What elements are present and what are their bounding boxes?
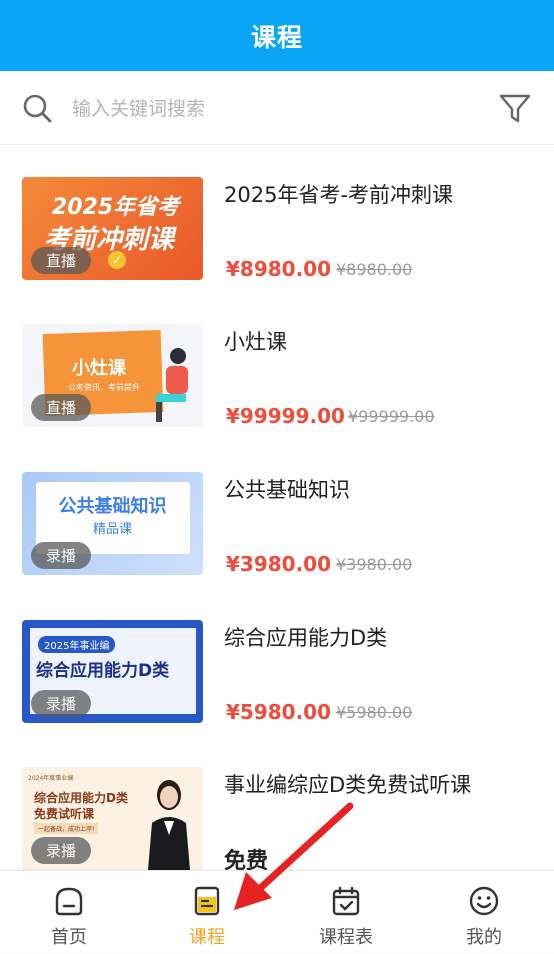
recorded-badge: 录播 — [31, 690, 92, 717]
course-title[interactable]: 综合应用能力D类 — [224, 622, 387, 652]
course-item[interactable]: 公共基础知识 精品课 录播 公共基础知识 ¥3980.00 ¥3980.00 — [0, 472, 554, 620]
thumb-text: 综合应用能力D类 — [36, 661, 170, 681]
page-title: 课程 — [250, 22, 303, 52]
course-item[interactable]: 小灶课 公考资讯，考前提升 直播 小灶课 ¥99999.00 ¥99999.00 — [0, 324, 554, 472]
thumb-text: 2025年省考 — [52, 195, 180, 220]
course-item[interactable]: 2025年事业编 综合应用能力D类 录播 综合应用能力D类 ¥5980.00 ¥… — [0, 620, 554, 768]
course-thumbnail: 2025年事业编 综合应用能力D类 录播 — [22, 620, 203, 723]
tab-label: 我的 — [466, 927, 502, 948]
recorded-badge: 录播 — [31, 837, 92, 864]
course-price: ¥5980.00 — [226, 700, 332, 724]
live-badge: 直播 — [31, 394, 92, 421]
course-title[interactable]: 2025年省考-考前冲刺课 — [224, 179, 453, 209]
calendar-icon — [332, 886, 360, 916]
thumb-text: 小灶课 — [72, 358, 126, 379]
course-icon — [194, 886, 220, 916]
thumb-text: 精品课 — [92, 522, 132, 537]
course-price: ¥3980.00 — [226, 552, 332, 576]
teacher-photo-icon — [148, 780, 190, 870]
course-thumbnail: 2025年省考 考前冲刺课 ✓ 直播 — [22, 177, 203, 280]
tab-schedule[interactable]: 课程表 — [277, 871, 415, 954]
page-header: 课程 — [0, 0, 554, 71]
thumb-text: 免费试听课 — [34, 807, 95, 821]
check-icon: ✓ — [108, 251, 126, 269]
original-price: ¥99999.00 — [348, 407, 435, 426]
thumb-text: 一起备战，成功上岸! — [34, 823, 99, 834]
course-title[interactable]: 小灶课 — [224, 326, 287, 356]
original-price: ¥5980.00 — [336, 703, 413, 722]
course-thumbnail: 公共基础知识 精品课 录播 — [22, 472, 203, 575]
tab-mine[interactable]: 我的 — [415, 871, 553, 954]
original-price: ¥8980.00 — [336, 260, 413, 279]
thumb-text: 公考资讯，考前提升 — [68, 383, 140, 392]
bottom-tab-bar: 首页 课程 课程表 我的 — [0, 870, 554, 953]
course-title[interactable]: 事业编综应D类免费试听课 — [224, 769, 471, 799]
home-icon — [55, 887, 83, 916]
course-list[interactable]: 2025年省考 考前冲刺课 ✓ 直播 2025年省考-考前冲刺课 ¥8980.0… — [0, 146, 554, 870]
course-thumbnail: 小灶课 公考资讯，考前提升 直播 — [22, 324, 203, 427]
tab-course[interactable]: 课程 — [138, 871, 276, 954]
smile-icon — [469, 886, 499, 916]
tab-home[interactable]: 首页 — [0, 871, 138, 954]
recorded-badge: 录播 — [31, 542, 92, 569]
thumb-text: 公共基础知识 — [58, 496, 167, 517]
course-title[interactable]: 公共基础知识 — [224, 474, 350, 504]
filter-icon[interactable] — [498, 91, 532, 125]
original-price: ¥3980.00 — [336, 555, 413, 574]
course-price: ¥8980.00 — [226, 257, 332, 281]
illustration-person-icon — [156, 348, 188, 422]
course-item[interactable]: 2025年省考 考前冲刺课 ✓ 直播 2025年省考-考前冲刺课 ¥8980.0… — [0, 177, 554, 325]
free-label: 免费 — [224, 849, 269, 870]
course-item[interactable]: 2024年度事业编 综合应用能力D类 免费试听课 一起备战，成功上岸! 录播 事… — [0, 767, 554, 870]
course-price: ¥99999.00 — [226, 404, 345, 428]
thumb-text: 2024年度事业编 — [28, 775, 74, 782]
live-badge: 直播 — [31, 247, 92, 274]
tab-label: 课程 — [189, 927, 225, 948]
tab-label: 课程表 — [319, 927, 373, 948]
search-icon[interactable] — [22, 93, 52, 123]
search-input[interactable]: 输入关键词搜索 — [72, 94, 498, 121]
thumb-text: 2025年事业编 — [38, 636, 116, 653]
search-bar[interactable]: 输入关键词搜索 — [0, 71, 554, 145]
course-thumbnail: 2024年度事业编 综合应用能力D类 免费试听课 一起备战，成功上岸! 录播 — [22, 767, 203, 870]
tab-label: 首页 — [51, 927, 87, 948]
thumb-text: 综合应用能力D类 — [34, 791, 128, 805]
